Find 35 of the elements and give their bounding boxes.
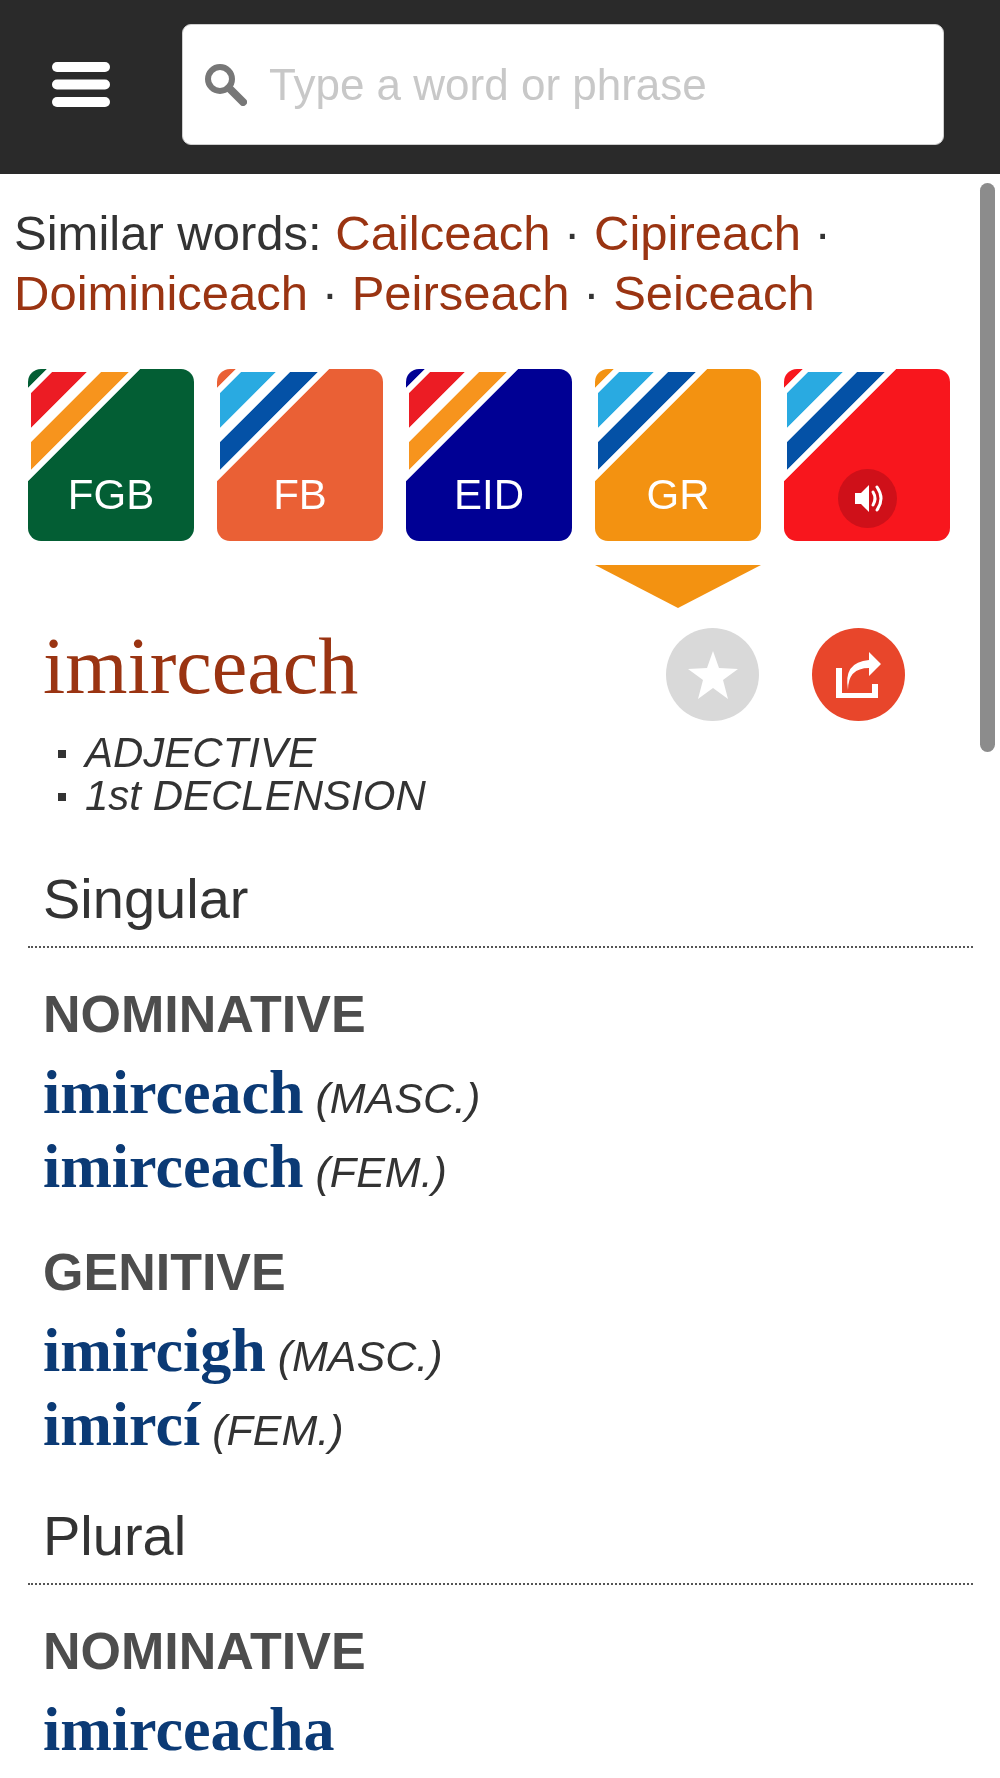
case-label: GENITIVE [43, 1246, 286, 1298]
bullet-icon [58, 749, 66, 758]
similar-word-link[interactable]: Cipireach [594, 206, 801, 260]
word-form: imirceacha [43, 1695, 335, 1763]
search-icon [203, 62, 247, 106]
gender-label: (MASC.) [277, 1332, 443, 1380]
similar-word-link[interactable]: Cailceach [335, 206, 551, 260]
tab-pointer-icon [595, 565, 761, 608]
source-tab[interactable]: FGB [28, 369, 194, 541]
gender-label: (FEM.) [212, 1406, 344, 1454]
source-tab[interactable] [784, 369, 950, 541]
headword: imirceach [43, 626, 359, 706]
word-form: imircí [43, 1390, 201, 1458]
star-icon [687, 650, 738, 699]
grammar-label: ADJECTIVE [85, 731, 317, 774]
similar-word-link[interactable]: Seiceach [613, 266, 815, 320]
similar-words-text: Similar words: Cailceach · Cipireach · Doiminiceach · Peirseach · Seiceach [14, 205, 832, 322]
bullet-icon [58, 792, 66, 801]
speaker-icon [837, 469, 897, 528]
case-label: NOMINATIVE [43, 988, 366, 1040]
similar-word-link[interactable]: Peirseach [351, 266, 570, 320]
share-icon [834, 651, 883, 698]
menu-icon [52, 62, 110, 107]
word-form: imircigh [43, 1316, 266, 1384]
scrollbar-thumb[interactable] [980, 183, 995, 752]
gender-label: (FEM.) [315, 1148, 447, 1196]
case-label: NOMINATIVE [43, 1625, 366, 1677]
similar-word-link[interactable]: Doiminiceach [14, 266, 309, 320]
section-heading: Plural [43, 1508, 187, 1564]
source-tab[interactable]: EID [406, 369, 572, 541]
word-form: imirceach [43, 1132, 304, 1200]
grammar-label: 1st DECLENSION [85, 774, 426, 817]
gender-label: (MASC.) [315, 1074, 481, 1122]
menu-button[interactable] [52, 62, 110, 107]
word-form: imirceach [43, 1058, 304, 1126]
